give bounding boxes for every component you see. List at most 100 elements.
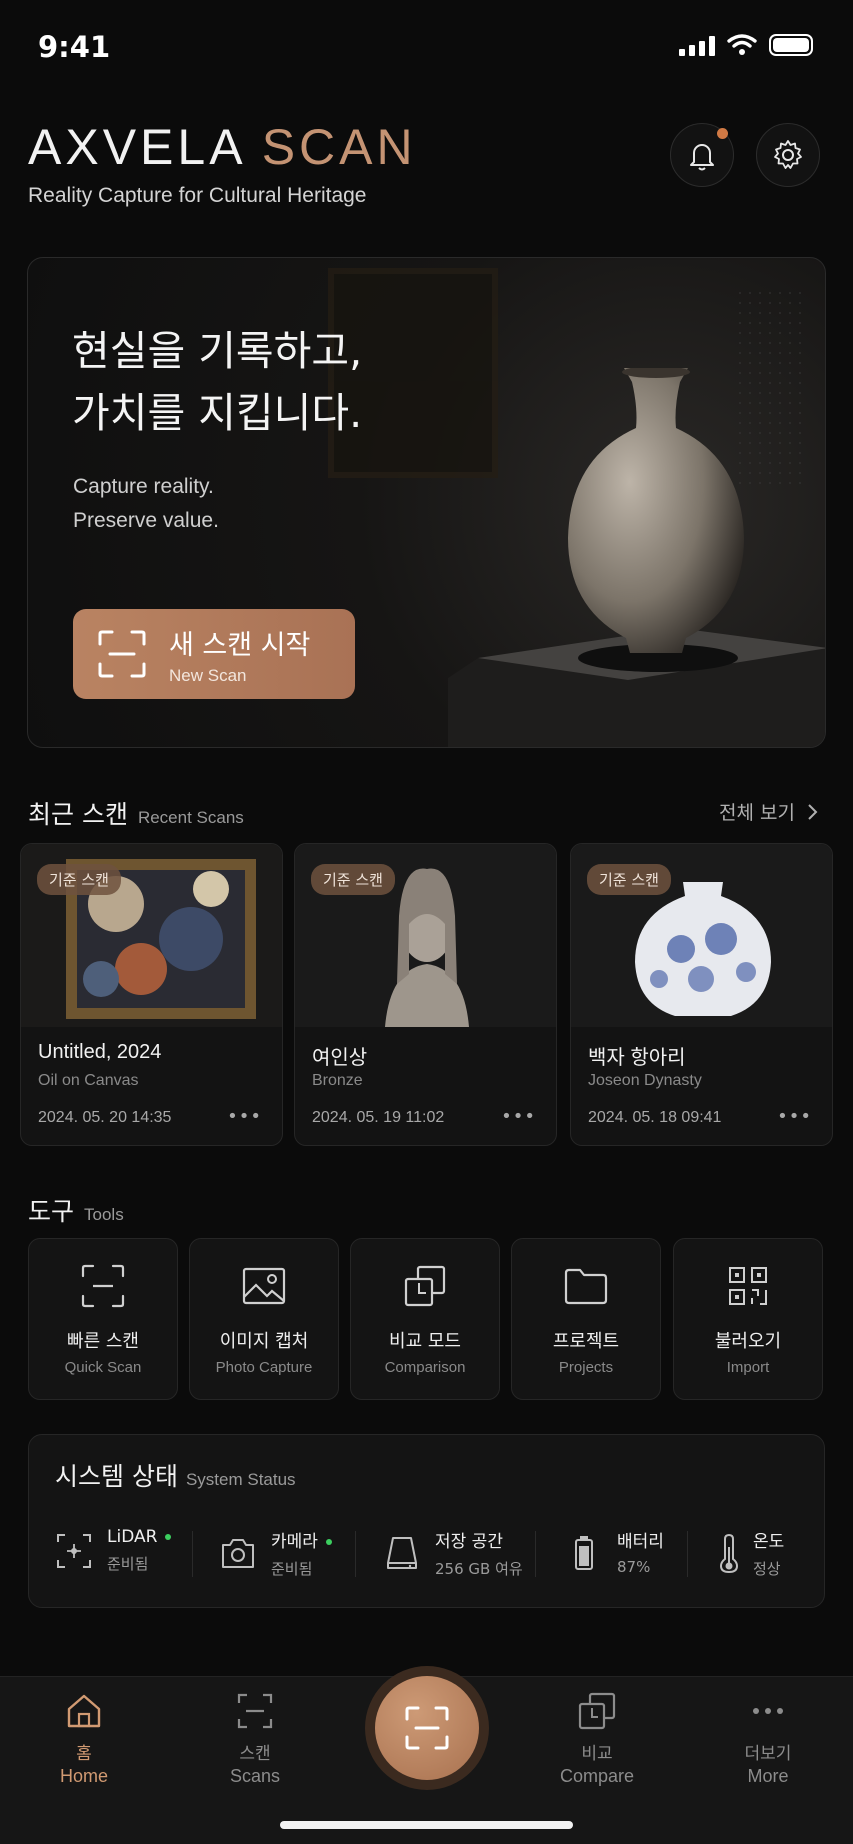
system-status-title-ko: 시스템 상태 (55, 1462, 178, 1491)
status-battery: 배터리 87% (565, 1527, 664, 1576)
status-value: 정상 (753, 1560, 781, 1578)
scan-subtitle: Oil on Canvas (38, 1072, 139, 1089)
status-bar: 9:41 (0, 0, 853, 90)
tool-comparison[interactable]: 비교 모드 Comparison (350, 1238, 500, 1400)
tab-more[interactable]: 더보기 More (708, 1691, 828, 1787)
gear-icon (774, 140, 802, 169)
status-name: 카메라 (271, 1532, 318, 1552)
hero-vase (568, 368, 744, 653)
reference-scan-badge: 기준 스캔 (587, 864, 671, 895)
reference-scan-badge: 기준 스캔 (37, 864, 121, 895)
battery-icon (575, 1535, 593, 1570)
divider (355, 1531, 356, 1577)
divider (192, 1531, 193, 1577)
status-lidar: LiDAR 준비됨 (55, 1527, 172, 1574)
scan-title: 백자 항아리 (588, 1047, 686, 1069)
scan-thumbnail-painting: 기준 스캔 (21, 844, 282, 1027)
scan-date: 2024. 05. 19 11:02 (312, 1109, 445, 1126)
more-icon (753, 1708, 783, 1714)
settings-button[interactable] (756, 123, 820, 187)
center-scan-button-inner[interactable] (375, 1676, 479, 1780)
bell-icon (690, 144, 714, 171)
tab-label-ko: 스캔 (239, 1744, 271, 1764)
ready-indicator (325, 1539, 332, 1545)
home-icon (67, 1694, 101, 1728)
qr-import-icon (729, 1267, 767, 1305)
see-all-label: 전체 보기 (719, 802, 795, 824)
camera-icon (222, 1539, 254, 1568)
tab-label-ko: 더보기 (744, 1744, 792, 1764)
more-options-icon[interactable]: ••• (501, 1106, 536, 1127)
tool-quick-scan[interactable]: 빠른 스캔 Quick Scan (28, 1238, 178, 1400)
status-name: 배터리 (617, 1532, 664, 1552)
tab-label-en: Compare (559, 1766, 635, 1786)
scan-date: 2024. 05. 18 09:41 (588, 1109, 722, 1126)
status-storage: 저장 공간 256 GB 여유 (383, 1527, 523, 1579)
tool-import[interactable]: 불러오기 Import (673, 1238, 823, 1400)
more-options-icon[interactable]: ••• (777, 1106, 812, 1127)
hero-title-line1: 현실을 기록하고, (72, 327, 363, 375)
storage-icon (387, 1537, 417, 1569)
status-value: 256 GB 여유 (435, 1560, 523, 1578)
hero-subtitle: Capture reality. Preserve value. (73, 470, 219, 538)
tab-label-ko: 홈 (76, 1744, 92, 1764)
tool-label-en: Quick Scan (64, 1359, 142, 1376)
tab-label-en: More (747, 1766, 789, 1786)
recent-scan-card[interactable]: 기준 스캔 백자 항아리 Joseon Dynasty 2024. 05. 18… (570, 843, 833, 1146)
notification-dot (717, 128, 728, 139)
folder-icon (564, 1268, 608, 1305)
tools-title: 도구 Tools (28, 1192, 124, 1228)
tool-label-en: Import (726, 1359, 770, 1376)
compare-icon (578, 1692, 616, 1730)
status-name: 온도 (753, 1532, 785, 1552)
scan-frame-icon (81, 1264, 125, 1308)
cellular-signal-icon (679, 34, 715, 56)
status-value: 준비됨 (107, 1555, 149, 1573)
tool-label-ko: 비교 모드 (389, 1331, 461, 1352)
ready-indicator (165, 1534, 172, 1540)
scan-title: Untitled, 2024 (38, 1041, 162, 1063)
divider (535, 1531, 536, 1577)
scan-thumbnail-statue: 기준 스캔 (295, 844, 556, 1027)
lidar-icon (57, 1533, 91, 1568)
system-status-panel: 시스템 상태 System Status LiDAR 준비됨 카메라 준비됨 저… (28, 1434, 825, 1608)
tab-label-en: Scans (229, 1766, 281, 1786)
tab-home[interactable]: 홈 Home (24, 1691, 144, 1787)
home-indicator (280, 1821, 573, 1829)
recent-scans-title-en: Recent Scans (137, 808, 244, 827)
system-status-title-en: System Status (185, 1470, 296, 1489)
more-options-icon[interactable]: ••• (227, 1106, 262, 1127)
tool-label-en: Photo Capture (215, 1359, 313, 1376)
status-camera: 카메라 준비됨 (219, 1527, 332, 1579)
tool-label-ko: 불러오기 (714, 1331, 782, 1352)
hero-title: 현실을 기록하고, 가치를 지킵니다. (72, 320, 362, 444)
divider (687, 1531, 688, 1577)
tool-photo-capture[interactable]: 이미지 캡처 Photo Capture (189, 1238, 339, 1400)
new-scan-label-en: New Scan (169, 665, 247, 685)
tab-compare[interactable]: 비교 Compare (537, 1691, 657, 1787)
center-scan-button[interactable] (365, 1666, 489, 1790)
recent-scan-card[interactable]: 기준 스캔 Untitled, 2024 Oil on Canvas 2024.… (20, 843, 283, 1146)
tools-title-en: Tools (84, 1205, 124, 1224)
battery-status-icon (769, 34, 813, 56)
tab-label-ko: 비교 (581, 1744, 613, 1764)
scan-thumbnail-porcelain: 기준 스캔 (571, 844, 832, 1027)
tools-title-ko: 도구 (28, 1197, 75, 1226)
tool-projects[interactable]: 프로젝트 Projects (511, 1238, 661, 1400)
recent-scans-title-ko: 최근 스캔 (28, 800, 128, 829)
recent-scans-title: 최근 스캔 Recent Scans (28, 795, 244, 831)
notifications-button[interactable] (670, 123, 734, 187)
brand-main: AXVELA (28, 119, 244, 175)
hero-banner: 현실을 기록하고, 가치를 지킵니다. Capture reality. Pre… (27, 257, 826, 748)
reference-scan-badge: 기준 스캔 (311, 864, 395, 895)
recent-scan-card[interactable]: 기준 스캔 여인상 Bronze 2024. 05. 19 11:02 ••• (294, 843, 557, 1146)
status-value: 87% (617, 1558, 651, 1576)
see-all-link[interactable]: 전체 보기 (719, 798, 819, 825)
tool-label-ko: 이미지 캡처 (219, 1331, 309, 1352)
status-icons (679, 34, 813, 56)
new-scan-button[interactable]: 새 스캔 시작 New Scan (73, 609, 355, 699)
scan-frame-icon (237, 1693, 273, 1729)
chevron-right-icon (808, 803, 818, 820)
tab-scans[interactable]: 스캔 Scans (195, 1691, 315, 1787)
app-brand: AXVELA SCAN (28, 118, 417, 176)
